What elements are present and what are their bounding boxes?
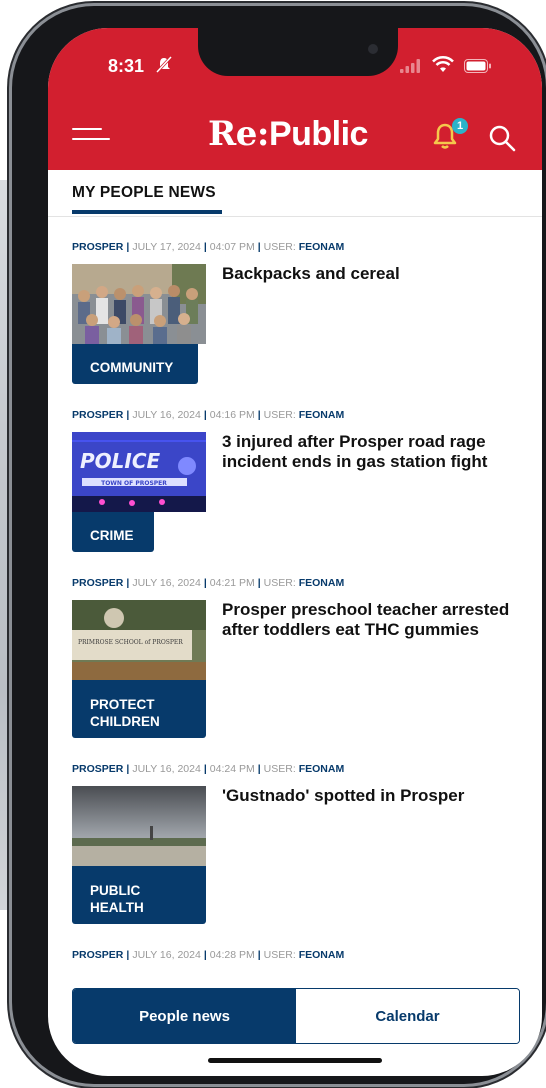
app-logo[interactable]: Re:Public xyxy=(208,114,368,154)
app-screen: 8:31 Re:Public 1 MY PEOPLE NEWS PROSPER … xyxy=(48,28,542,1076)
phone-frame: 8:31 Re:Public 1 MY PEOPLE NEWS PROSPER … xyxy=(12,6,546,1084)
camera-icon xyxy=(368,44,378,54)
section-underline xyxy=(72,210,222,214)
article-meta: PROSPER | JULY 16, 2024 | 04:28 PM | USER: FEO… xyxy=(72,949,345,961)
home-indicator xyxy=(208,1058,382,1063)
article-thumbnail[interactable]: POLICE TOWN OF PROSPER xyxy=(72,432,206,512)
logo-re: Re: xyxy=(208,114,269,154)
menu-icon[interactable] xyxy=(72,128,110,148)
article-meta: PROSPER | JULY 16, 2024 | 04:21 PM | USER: FEO… xyxy=(72,577,345,589)
signal-icon xyxy=(400,59,420,73)
search-icon[interactable] xyxy=(488,124,516,152)
battery-icon xyxy=(464,59,491,73)
bottom-tab-bar: People news Calendar xyxy=(72,988,520,1044)
article-headline[interactable]: Backpacks and cereal xyxy=(222,264,522,284)
police-sub-text: TOWN OF PROSPER xyxy=(101,480,167,487)
article-headline[interactable]: 3 injured after Prosper road rage incide… xyxy=(222,432,522,472)
article-thumbnail[interactable]: PRIMROSE SCHOOL of PROSPER xyxy=(72,600,206,680)
status-time: 8:31 xyxy=(108,56,145,76)
tab-calendar[interactable]: Calendar xyxy=(296,989,519,1043)
article-headline[interactable]: 'Gustnado' spotted in Prosper xyxy=(222,786,522,806)
bell-muted-icon xyxy=(156,56,172,74)
article-meta: PROSPER | JULY 16, 2024 | 04:16 PM | USER: FEO… xyxy=(72,409,345,421)
police-sign-text: POLICE xyxy=(80,449,161,473)
article-headline[interactable]: Prosper preschool teacher arrested after… xyxy=(222,600,522,640)
article-thumbnail[interactable] xyxy=(72,264,206,344)
section-title: MY PEOPLE NEWS xyxy=(72,184,216,201)
section-divider xyxy=(48,216,542,217)
tab-people-news[interactable]: People news xyxy=(73,989,296,1043)
article-thumbnail[interactable] xyxy=(72,786,206,866)
school-sign-text: PRIMROSE SCHOOL of PROSPER xyxy=(78,639,183,646)
wifi-icon xyxy=(432,56,454,72)
logo-public: Public xyxy=(268,115,369,153)
app-header: 8:31 Re:Public 1 xyxy=(48,28,542,170)
phone-notch xyxy=(198,28,398,76)
article-meta: PROSPER | JULY 16, 2024 | 04:24 PM | USER: FEO… xyxy=(72,763,345,775)
article-meta: PROSPER | JULY 17, 2024 | 04:07 PM | USER: FEO… xyxy=(72,241,345,253)
notification-badge: 1 xyxy=(452,118,468,134)
